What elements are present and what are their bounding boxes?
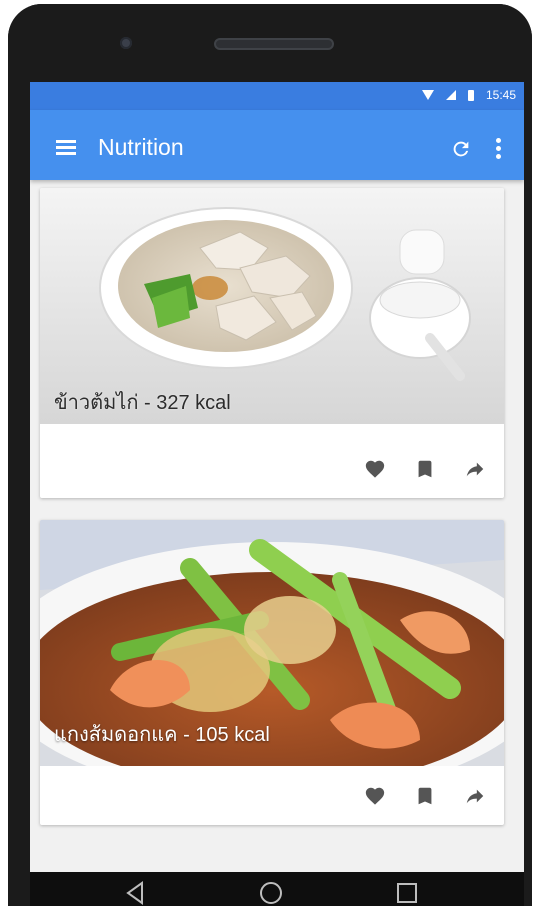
food-list: ข้าวต้มไก่ - 327 kcal แกงส้มดอกแค - 105 …: [30, 180, 524, 872]
battery-icon: [467, 89, 474, 101]
share-icon[interactable]: [464, 785, 486, 807]
app-title: Nutrition: [98, 134, 184, 160]
share-icon[interactable]: [464, 458, 486, 480]
app-bar: Nutrition: [30, 110, 524, 180]
phone-top-bezel: [8, 4, 532, 80]
card-actions: [364, 785, 486, 807]
bookmark-icon[interactable]: [414, 458, 436, 480]
earpiece-speaker: [214, 38, 334, 50]
heart-icon[interactable]: [364, 785, 386, 807]
more-vert-icon[interactable]: [496, 138, 502, 160]
food-card-title: ข้าวต้มไก่ - 327 kcal: [54, 392, 231, 414]
status-bar: 15:45: [30, 82, 524, 110]
card-actions: [364, 458, 486, 480]
food-card-title: แกงส้มดอกแค - 105 kcal: [54, 724, 270, 746]
phone-frame: 15:45 Nutrition ข้าวต้มไก่ - 327 kcal แก…: [8, 4, 532, 906]
food-card[interactable]: ข้าวต้มไก่ - 327 kcal: [40, 188, 504, 498]
status-icons: 15:45: [421, 88, 516, 102]
recents-icon[interactable]: [394, 880, 420, 906]
wifi-icon: [421, 90, 434, 100]
home-icon[interactable]: [258, 880, 284, 906]
signal-icon: [445, 90, 456, 100]
refresh-icon[interactable]: [450, 138, 472, 160]
food-card[interactable]: แกงส้มดอกแค - 105 kcal: [40, 520, 504, 825]
back-icon[interactable]: [122, 880, 148, 906]
status-time: 15:45: [485, 88, 516, 102]
front-camera: [120, 37, 132, 49]
app-screen: 15:45 Nutrition ข้าวต้มไก่ - 327 kcal แก…: [30, 82, 524, 906]
bookmark-icon[interactable]: [414, 785, 436, 807]
menu-icon[interactable]: [56, 140, 76, 155]
system-nav-bar: [30, 872, 524, 906]
heart-icon[interactable]: [364, 458, 386, 480]
